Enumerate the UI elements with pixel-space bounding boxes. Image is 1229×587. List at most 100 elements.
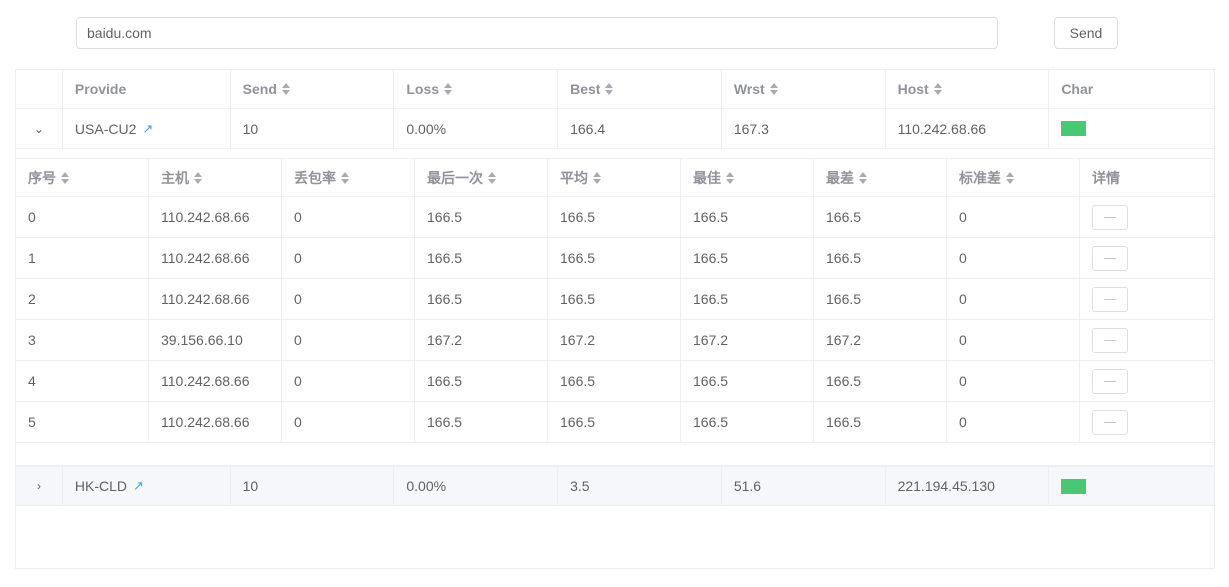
hop-cell: 166.5 xyxy=(814,197,947,237)
sort-icon[interactable] xyxy=(341,171,349,185)
col-best[interactable]: Best xyxy=(558,70,722,108)
sort-icon[interactable] xyxy=(726,171,734,185)
hop-cell: 166.5 xyxy=(548,279,681,319)
col-provide: Provide xyxy=(63,70,231,108)
minus-icon xyxy=(1104,339,1116,341)
search-input[interactable] xyxy=(76,17,998,49)
sort-icon[interactable] xyxy=(444,82,453,96)
hop-cell: 110.242.68.66 xyxy=(149,197,282,237)
expand-toggle[interactable]: › xyxy=(16,467,63,505)
hop-row: 3 39.156.66.10 0 167.2 167.2 167.2 167.2 0 xyxy=(16,320,1214,361)
hop-cell: 0 xyxy=(947,279,1080,319)
hop-cell: 110.242.68.66 xyxy=(149,402,282,442)
hop-cell: 166.5 xyxy=(415,238,548,278)
table-header: Provide Send Loss Best Wrst Host Char xyxy=(16,70,1214,109)
sort-icon[interactable] xyxy=(859,171,867,185)
detail-button[interactable] xyxy=(1092,245,1128,271)
detail-button[interactable] xyxy=(1092,327,1128,353)
sort-icon[interactable] xyxy=(281,82,290,96)
hop-cell: 110.242.68.66 xyxy=(149,361,282,401)
hop-cell: 166.5 xyxy=(415,402,548,442)
send-button[interactable]: Send xyxy=(1054,17,1118,49)
detail-button[interactable] xyxy=(1092,286,1128,312)
hop-cell: 166.5 xyxy=(814,238,947,278)
col-host[interactable]: Host xyxy=(886,70,1050,108)
col-loss[interactable]: Loss xyxy=(394,70,559,108)
hop-cell: 0 xyxy=(282,197,415,237)
hop-cell: 1 xyxy=(16,238,149,278)
sort-icon[interactable] xyxy=(61,171,69,185)
hop-cell: 0 xyxy=(947,320,1080,360)
hop-row: 4 110.242.68.66 0 166.5 166.5 166.5 166.5 0 xyxy=(16,361,1214,402)
hop-cell: 0 xyxy=(947,197,1080,237)
col-send[interactable]: Send xyxy=(231,70,395,108)
sort-icon[interactable] xyxy=(933,82,942,96)
hop-cell: 166.5 xyxy=(548,402,681,442)
table-row: › HK-CLD ↗ 10 0.00% 3.5 51.6 221.194.45.1… xyxy=(16,466,1214,506)
hop-row: 0 110.242.68.66 0 166.5 166.5 166.5 166.5 0 xyxy=(16,197,1214,238)
hop-cell: 166.5 xyxy=(548,361,681,401)
minus-icon xyxy=(1104,380,1116,382)
hop-cell: 0 xyxy=(282,279,415,319)
hop-cell: 166.5 xyxy=(814,402,947,442)
hop-cell: 39.156.66.10 xyxy=(149,320,282,360)
hop-cell: 166.5 xyxy=(681,197,814,237)
hop-cell: 5 xyxy=(16,402,149,442)
chevron-down-icon[interactable]: ⌄ xyxy=(34,122,44,136)
minus-icon xyxy=(1104,216,1116,218)
col-char: Char xyxy=(1061,81,1094,97)
hop-cell: 166.5 xyxy=(814,279,947,319)
hop-cell: 166.5 xyxy=(415,279,548,319)
hop-cell: 0 xyxy=(282,361,415,401)
hop-cell: 0 xyxy=(947,361,1080,401)
hop-row: 5 110.242.68.66 0 166.5 166.5 166.5 166.5 0 xyxy=(16,402,1214,443)
hops-table: 序号 主机 丢包率 最后一次 平均 最佳 最差 标准差 详情 0 110.242.… xyxy=(16,158,1214,443)
hop-cell: 4 xyxy=(16,361,149,401)
chart-bar xyxy=(1061,121,1087,136)
minus-icon xyxy=(1104,257,1116,259)
hop-cell: 166.5 xyxy=(548,238,681,278)
hop-cell: 166.5 xyxy=(548,197,681,237)
hop-cell: 0 xyxy=(282,238,415,278)
hop-cell: 0 xyxy=(282,402,415,442)
hop-cell: 167.2 xyxy=(814,320,947,360)
hop-cell: 166.5 xyxy=(681,361,814,401)
hop-cell: 0 xyxy=(16,197,149,237)
sort-icon[interactable] xyxy=(769,82,778,96)
hop-cell: 166.5 xyxy=(681,238,814,278)
chart-bar xyxy=(1061,478,1087,494)
detail-button[interactable] xyxy=(1092,409,1128,435)
hops-header: 序号 主机 丢包率 最后一次 平均 最佳 最差 标准差 详情 xyxy=(16,158,1214,197)
hop-cell: 166.5 xyxy=(681,279,814,319)
hop-cell: 2 xyxy=(16,279,149,319)
sort-icon[interactable] xyxy=(593,171,601,185)
hop-cell: 110.242.68.66 xyxy=(149,279,282,319)
hop-cell: 3 xyxy=(16,320,149,360)
hop-cell: 166.5 xyxy=(681,402,814,442)
hop-row: 2 110.242.68.66 0 166.5 166.5 166.5 166.5 0 xyxy=(16,279,1214,320)
external-link-icon[interactable]: ↗ xyxy=(133,478,144,494)
minus-icon xyxy=(1104,421,1116,423)
hop-cell: 166.5 xyxy=(814,361,947,401)
hop-row: 1 110.242.68.66 0 166.5 166.5 166.5 166.5 0 xyxy=(16,238,1214,279)
col-wrst[interactable]: Wrst xyxy=(722,70,886,108)
detail-button[interactable] xyxy=(1092,204,1128,230)
hop-cell: 0 xyxy=(282,320,415,360)
minus-icon xyxy=(1104,298,1116,300)
hop-cell: 166.5 xyxy=(415,197,548,237)
sort-icon[interactable] xyxy=(605,82,614,96)
hop-cell: 167.2 xyxy=(415,320,548,360)
sort-icon[interactable] xyxy=(1006,171,1014,185)
sort-icon[interactable] xyxy=(194,171,202,185)
detail-button[interactable] xyxy=(1092,368,1128,394)
external-link-icon[interactable]: ↗ xyxy=(142,121,153,137)
hop-cell: 0 xyxy=(947,402,1080,442)
chevron-right-icon[interactable]: › xyxy=(37,479,41,493)
hop-cell: 0 xyxy=(947,238,1080,278)
results-table: Provide Send Loss Best Wrst Host Char ⌄ … xyxy=(15,69,1215,569)
expanded-details: 序号 主机 丢包率 最后一次 平均 最佳 最差 标准差 详情 0 110.242.… xyxy=(16,149,1214,466)
collapse-toggle[interactable]: ⌄ xyxy=(16,109,63,148)
table-row: ⌄ USA-CU2 ↗ 10 0.00% 166.4 167.3 110.242.… xyxy=(16,109,1214,149)
hop-cell: 166.5 xyxy=(415,361,548,401)
sort-icon[interactable] xyxy=(488,171,496,185)
